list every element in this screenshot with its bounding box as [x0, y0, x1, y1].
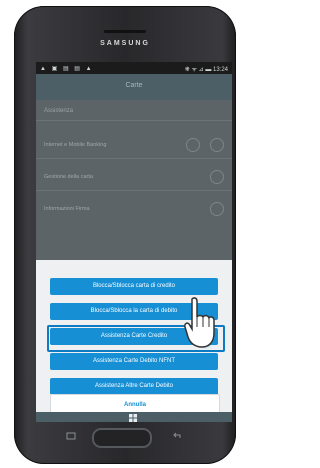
list-item-label[interactable]: Internet e Mobile Banking — [44, 142, 106, 148]
block-credit-card-button[interactable]: Blocca/Sblocca carta di credito — [50, 278, 218, 295]
recent-apps-icon[interactable] — [66, 432, 76, 440]
circle-icon[interactable] — [210, 170, 224, 184]
circle-icon[interactable] — [210, 138, 224, 152]
phone-screen: ▲ ▣ ▤ ▤ ▲ ❋ ᯤ ⊿ ▬ 13:24 Carte Assistenza… — [36, 62, 232, 422]
app-bar-title: Carte — [125, 82, 143, 89]
section-header: Assistenza — [44, 108, 74, 114]
list-item-label[interactable]: Gestione della carta — [44, 174, 93, 180]
status-bar: ▲ ▣ ▤ ▤ ▲ ❋ ᯤ ⊿ ▬ 13:24 — [36, 62, 232, 74]
back-icon[interactable] — [172, 432, 182, 440]
status-notification-icons: ▲ ▣ ▤ ▤ ▲ — [40, 66, 94, 72]
circle-icon[interactable] — [186, 138, 200, 152]
list-item-label[interactable]: Informazioni Firma — [44, 206, 90, 212]
divider — [36, 190, 232, 191]
divider — [36, 158, 232, 159]
device-brand: SAMSUNG — [100, 40, 150, 47]
app-bar: Carte — [36, 74, 232, 100]
pointing-hand-icon — [184, 297, 215, 348]
debit-card-nfnt-assistance-button[interactable]: Assistenza Carte Debito NFNT — [50, 353, 218, 370]
circle-icon[interactable] — [210, 202, 224, 216]
earpiece-speaker — [104, 30, 146, 33]
home-button[interactable] — [92, 428, 152, 448]
other-debit-cards-assistance-button[interactable]: Assistenza Altre Carte Debito — [50, 378, 218, 395]
divider — [36, 120, 232, 121]
grid-icon[interactable] — [129, 414, 137, 422]
status-system-info: ❋ ᯤ ⊿ ▬ 13:24 — [184, 67, 228, 73]
bottom-bar — [36, 412, 232, 422]
